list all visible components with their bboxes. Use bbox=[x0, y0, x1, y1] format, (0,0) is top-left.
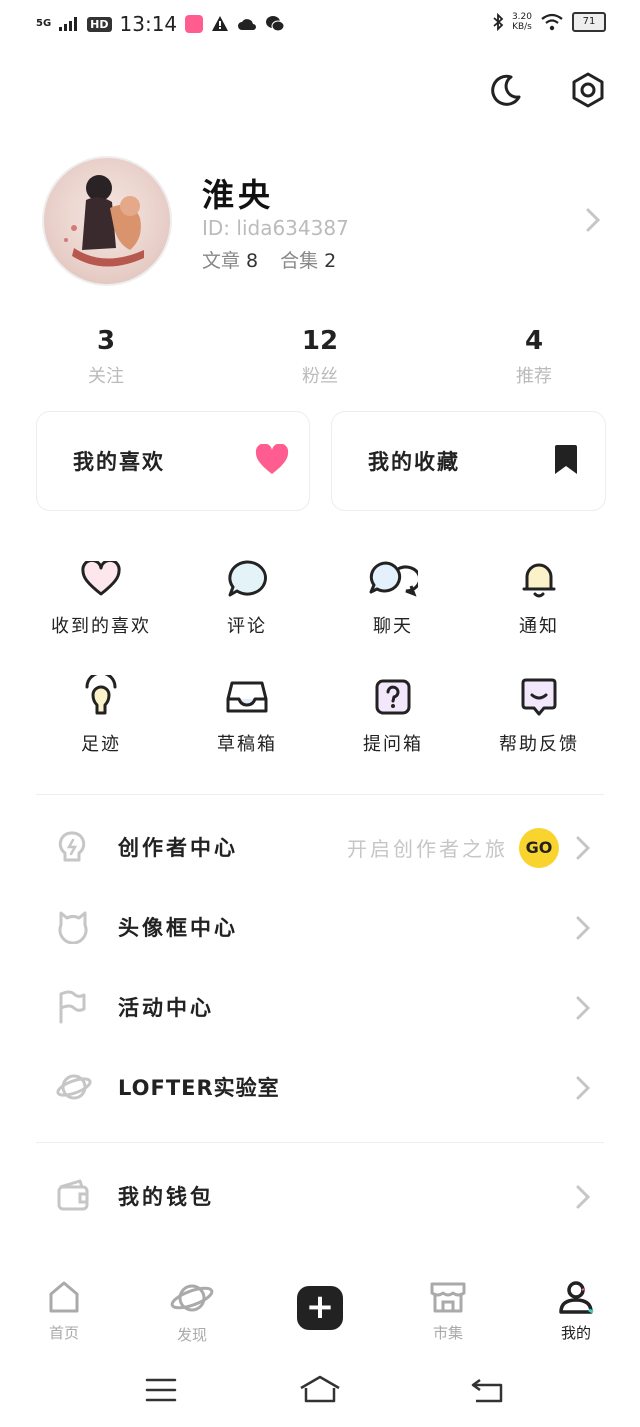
system-nav-bar bbox=[0, 1360, 640, 1420]
profile-chevron-icon[interactable] bbox=[586, 208, 601, 236]
grid-question-box[interactable]: 提问箱 bbox=[320, 674, 466, 756]
back-nav-icon[interactable] bbox=[470, 1376, 504, 1404]
row-wallet-label: 我的钱包 bbox=[118, 1185, 214, 1209]
avatar[interactable] bbox=[42, 156, 172, 286]
grid-received-likes[interactable]: 收到的喜欢 bbox=[28, 556, 174, 638]
chat-bubbles-icon bbox=[369, 561, 418, 597]
wifi-icon bbox=[541, 13, 563, 31]
my-favorites-label: 我的收藏 bbox=[368, 450, 460, 474]
warning-icon bbox=[212, 16, 229, 31]
row-lofter-lab-label: LOFTER实验室 bbox=[118, 1076, 280, 1100]
tab-me[interactable]: 我的 bbox=[536, 1280, 616, 1343]
tab-market[interactable]: 市集 bbox=[408, 1280, 488, 1343]
chevron-right-icon bbox=[576, 996, 590, 1020]
bottom-tab-bar: 首页 发现 + 市集 我的 bbox=[0, 1266, 640, 1356]
go-badge[interactable]: GO bbox=[519, 828, 559, 868]
my-likes-card[interactable]: 我的喜欢 bbox=[36, 411, 310, 511]
wallet-icon bbox=[57, 1179, 89, 1211]
chevron-right-icon bbox=[576, 1185, 590, 1209]
stat-followers[interactable]: 12 粉丝 bbox=[260, 326, 380, 388]
profile-id: ID: lida634387 bbox=[202, 216, 349, 240]
night-mode-button[interactable] bbox=[486, 70, 526, 110]
stat-recommend[interactable]: 4 推荐 bbox=[474, 326, 594, 388]
network-label: 5G bbox=[36, 18, 52, 29]
row-activity-center[interactable]: 活动中心 bbox=[0, 968, 640, 1048]
row-avatar-frame-label: 头像框中心 bbox=[118, 916, 238, 940]
network-speed: 3.20 KB/s bbox=[511, 12, 532, 32]
grid-chat[interactable]: 聊天 bbox=[320, 556, 466, 638]
bluetooth-icon bbox=[493, 13, 504, 31]
create-post-button[interactable]: + bbox=[297, 1286, 343, 1330]
grid-footprints[interactable]: 足迹 bbox=[28, 674, 174, 756]
row-activity-label: 活动中心 bbox=[118, 996, 214, 1020]
row-lofter-lab[interactable]: LOFTER实验室 bbox=[0, 1048, 640, 1128]
collections-count[interactable]: 合集 2 bbox=[280, 246, 336, 273]
heart-outline-icon bbox=[81, 561, 121, 596]
menu-icon[interactable] bbox=[145, 1376, 177, 1404]
tab-discover[interactable]: 发现 bbox=[152, 1280, 232, 1345]
question-box-icon bbox=[375, 679, 411, 715]
flag-icon bbox=[59, 990, 86, 1024]
avatar-frame-icon bbox=[58, 911, 88, 944]
home-nav-icon[interactable] bbox=[298, 1374, 342, 1404]
section-divider bbox=[36, 794, 604, 795]
lofter-app-icon bbox=[185, 15, 204, 33]
user-icon bbox=[559, 1281, 594, 1314]
signal-icon bbox=[59, 17, 78, 31]
comment-bubble-icon bbox=[228, 560, 267, 597]
row-creator-center[interactable]: 创作者中心 开启创作者之旅 GO bbox=[0, 808, 640, 888]
profile-counts: 文章 8 合集 2 bbox=[202, 246, 336, 273]
creator-subtitle: 开启创作者之旅 bbox=[347, 837, 508, 861]
heart-filled-icon bbox=[255, 444, 289, 474]
row-my-wallet[interactable]: 我的钱包 bbox=[0, 1157, 640, 1237]
lightbulb-icon bbox=[58, 831, 86, 862]
bookmark-icon bbox=[555, 445, 577, 474]
grid-help-feedback[interactable]: 帮助反馈 bbox=[466, 674, 612, 756]
grid-comments[interactable]: 评论 bbox=[174, 556, 320, 638]
stat-following[interactable]: 3 关注 bbox=[46, 326, 166, 388]
grid-drafts[interactable]: 草稿箱 bbox=[174, 674, 320, 756]
planet-icon bbox=[170, 1284, 214, 1312]
chevron-right-icon bbox=[576, 916, 590, 940]
shop-icon bbox=[430, 1282, 466, 1313]
grid-notifications[interactable]: 通知 bbox=[466, 556, 612, 638]
settings-button[interactable] bbox=[568, 70, 608, 110]
hd-badge: HD bbox=[87, 16, 112, 32]
planet-icon bbox=[56, 1074, 92, 1100]
clock: 13:14 bbox=[119, 12, 178, 36]
status-bar: 5G HD 13:14 3.20 KB/s 71 bbox=[0, 0, 640, 48]
chevron-right-icon bbox=[576, 1076, 590, 1100]
battery-indicator: 71 bbox=[572, 12, 606, 32]
feedback-icon bbox=[521, 678, 557, 716]
cloud-icon bbox=[238, 19, 257, 30]
moon-icon bbox=[491, 74, 521, 106]
bell-icon bbox=[522, 563, 556, 598]
profile-name: 淮央 bbox=[202, 176, 275, 214]
top-actions bbox=[486, 70, 608, 110]
row-avatar-frame-center[interactable]: 头像框中心 bbox=[0, 888, 640, 968]
section-divider bbox=[36, 1142, 604, 1143]
profile-stats: 3 关注 12 粉丝 4 推荐 bbox=[0, 326, 640, 388]
home-icon bbox=[49, 1281, 79, 1313]
articles-count[interactable]: 文章 8 bbox=[202, 246, 258, 273]
my-likes-label: 我的喜欢 bbox=[73, 450, 165, 474]
avatar-illustration bbox=[64, 175, 144, 267]
tab-home[interactable]: 首页 bbox=[24, 1280, 104, 1343]
my-favorites-card[interactable]: 我的收藏 bbox=[331, 411, 606, 511]
gear-hexagon-icon bbox=[572, 72, 604, 108]
footprint-bulb-icon bbox=[85, 675, 117, 715]
inbox-tray-icon bbox=[226, 681, 268, 713]
wechat-icon bbox=[266, 16, 285, 32]
row-creator-center-label: 创作者中心 bbox=[118, 836, 238, 860]
chevron-right-icon bbox=[576, 836, 590, 860]
